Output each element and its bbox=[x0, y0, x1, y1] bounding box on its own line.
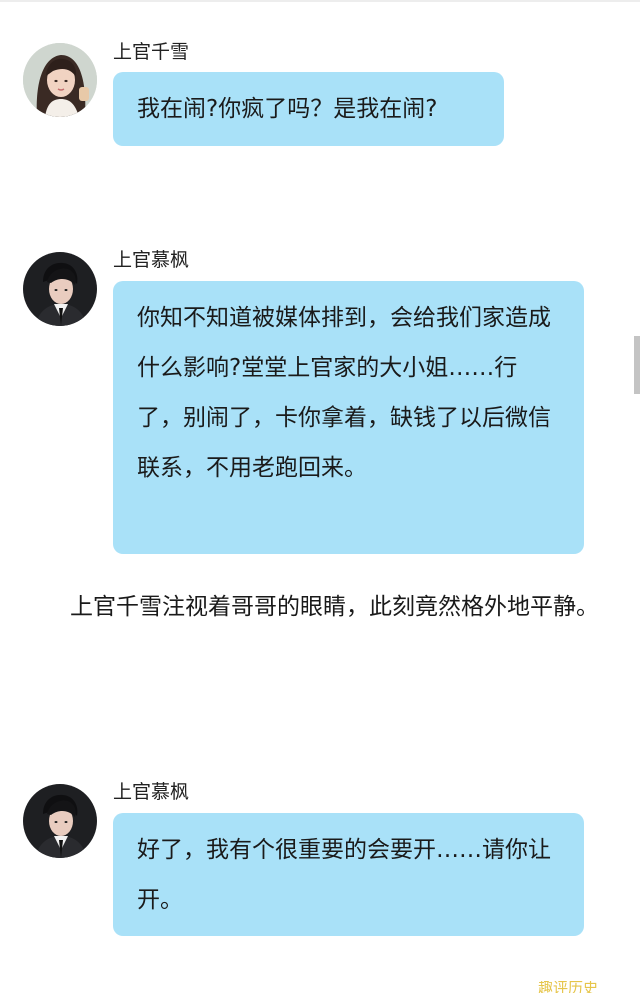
sender-name: 上官慕枫 bbox=[113, 249, 190, 271]
top-divider bbox=[0, 0, 640, 2]
narration-paragraph: 上官千雪注视着哥哥的眼睛，此刻竟然格外地平静。 bbox=[70, 594, 599, 620]
message-bubble[interactable]: 好了，我有个很重要的会要开……请你让开。 bbox=[113, 813, 584, 936]
sender-name: 上官千雪 bbox=[113, 41, 190, 63]
male-avatar-icon[interactable] bbox=[23, 252, 97, 326]
female-avatar-icon[interactable] bbox=[23, 43, 97, 117]
sender-name: 上官慕枫 bbox=[113, 781, 190, 803]
watermark-text: 趣评历史 bbox=[538, 981, 599, 993]
scrollbar-thumb[interactable] bbox=[634, 336, 640, 394]
male-avatar-icon[interactable] bbox=[23, 784, 97, 858]
message-bubble[interactable]: 你知不知道被媒体排到，会给我们家造成什么影响?堂堂上官家的大小姐……行了，别闹了… bbox=[113, 281, 584, 554]
message-bubble[interactable]: 我在闹?你疯了吗？是我在闹? bbox=[113, 72, 504, 146]
